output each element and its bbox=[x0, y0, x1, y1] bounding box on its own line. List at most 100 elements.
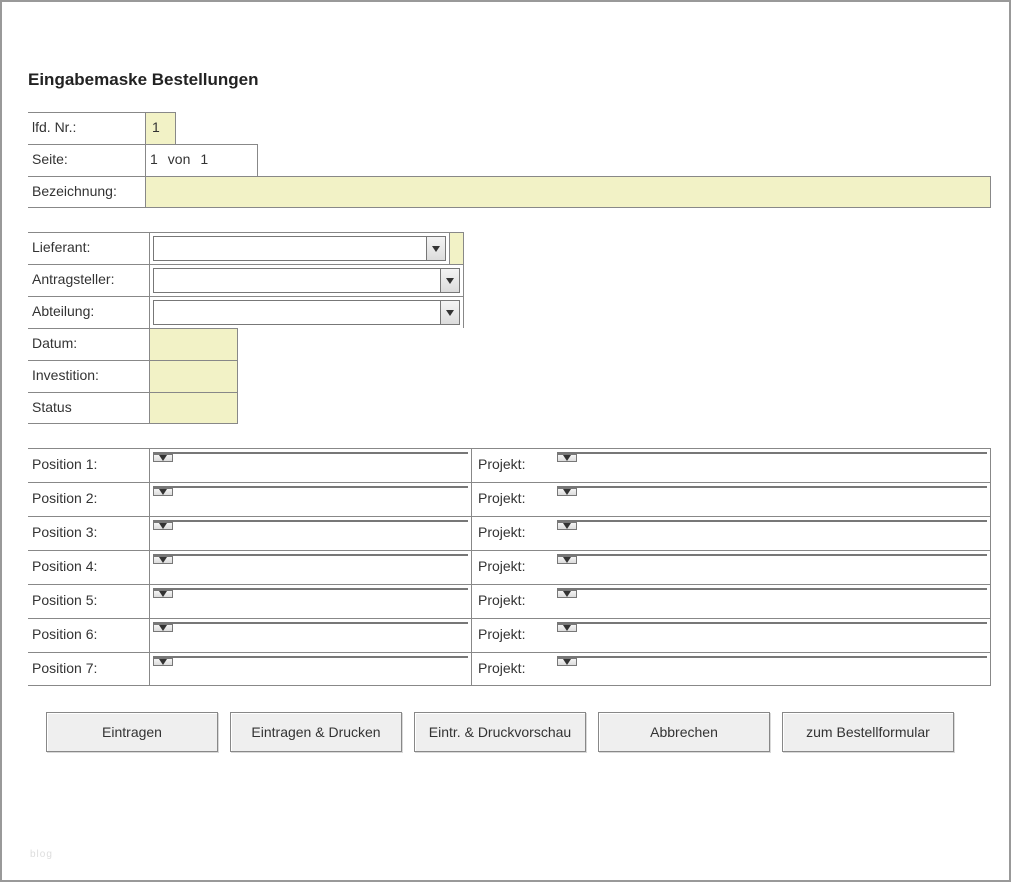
chevron-down-icon[interactable] bbox=[440, 268, 460, 293]
lfd-nr-value[interactable]: 1 bbox=[146, 112, 176, 144]
chevron-down-icon[interactable] bbox=[153, 624, 173, 632]
position-input[interactable] bbox=[153, 588, 468, 590]
eintragen-drucken-button[interactable]: Eintragen & Drucken bbox=[230, 712, 402, 752]
button-bar: Eintragen Eintragen & Drucken Eintr. & D… bbox=[46, 712, 991, 752]
position-row: Position 5: Projekt: bbox=[28, 584, 991, 618]
projekt-label: Projekt: bbox=[472, 550, 554, 584]
status-label: Status bbox=[28, 392, 150, 424]
position-dropdown[interactable] bbox=[150, 652, 472, 686]
position-row: Position 7: Projekt: bbox=[28, 652, 991, 686]
position-row: Position 1: Projekt: bbox=[28, 448, 991, 482]
projekt-label: Projekt: bbox=[472, 584, 554, 618]
lieferant-yellow-strip bbox=[450, 232, 464, 264]
position-input[interactable] bbox=[153, 486, 468, 488]
seite-total: 1 bbox=[200, 151, 208, 176]
chevron-down-icon[interactable] bbox=[557, 488, 577, 496]
position-input[interactable] bbox=[153, 554, 468, 556]
form-title: Eingabemaske Bestellungen bbox=[28, 70, 991, 90]
abteilung-dropdown[interactable] bbox=[150, 296, 464, 328]
order-form-window: Eingabemaske Bestellungen lfd. Nr.: 1 Se… bbox=[0, 0, 1011, 882]
position-input[interactable] bbox=[153, 656, 468, 658]
abbrechen-button[interactable]: Abbrechen bbox=[598, 712, 770, 752]
chevron-down-icon[interactable] bbox=[557, 522, 577, 530]
chevron-down-icon[interactable] bbox=[153, 522, 173, 530]
projekt-input[interactable] bbox=[557, 452, 987, 454]
chevron-down-icon[interactable] bbox=[153, 556, 173, 564]
projekt-label: Projekt: bbox=[472, 652, 554, 686]
position-row: Position 3: Projekt: bbox=[28, 516, 991, 550]
position-dropdown[interactable] bbox=[150, 516, 472, 550]
chevron-down-icon[interactable] bbox=[557, 556, 577, 564]
chevron-down-icon[interactable] bbox=[426, 236, 446, 261]
chevron-down-icon[interactable] bbox=[557, 624, 577, 632]
position-row: Position 2: Projekt: bbox=[28, 482, 991, 516]
projekt-dropdown[interactable] bbox=[554, 482, 991, 516]
lieferant-input[interactable] bbox=[153, 236, 426, 261]
position-label: Position 6: bbox=[28, 618, 150, 652]
projekt-input[interactable] bbox=[557, 622, 987, 624]
projekt-dropdown[interactable] bbox=[554, 618, 991, 652]
zum-bestellformular-button[interactable]: zum Bestellformular bbox=[782, 712, 954, 752]
position-dropdown[interactable] bbox=[150, 482, 472, 516]
projekt-label: Projekt: bbox=[472, 482, 554, 516]
abteilung-label: Abteilung: bbox=[28, 296, 150, 328]
chevron-down-icon[interactable] bbox=[153, 658, 173, 666]
seite-label: Seite: bbox=[28, 144, 146, 176]
chevron-down-icon[interactable] bbox=[557, 658, 577, 666]
seite-value-cell: 1 von 1 bbox=[146, 144, 258, 176]
status-input[interactable] bbox=[150, 392, 238, 424]
position-input[interactable] bbox=[153, 520, 468, 522]
antragsteller-input[interactable] bbox=[153, 268, 440, 293]
projekt-dropdown[interactable] bbox=[554, 516, 991, 550]
bezeichnung-input[interactable] bbox=[146, 176, 991, 208]
chevron-down-icon[interactable] bbox=[440, 300, 460, 325]
position-label: Position 5: bbox=[28, 584, 150, 618]
projekt-dropdown[interactable] bbox=[554, 584, 991, 618]
chevron-down-icon[interactable] bbox=[153, 454, 173, 462]
datum-label: Datum: bbox=[28, 328, 150, 360]
position-label: Position 7: bbox=[28, 652, 150, 686]
position-label: Position 1: bbox=[28, 448, 150, 482]
projekt-dropdown[interactable] bbox=[554, 550, 991, 584]
position-input[interactable] bbox=[153, 622, 468, 624]
meta-block: Lieferant: Antragsteller: Abteilung: bbox=[28, 232, 991, 424]
seite-von: von bbox=[168, 151, 191, 176]
projekt-label: Projekt: bbox=[472, 618, 554, 652]
bezeichnung-label: Bezeichnung: bbox=[28, 176, 146, 208]
chevron-down-icon[interactable] bbox=[557, 454, 577, 462]
chevron-down-icon[interactable] bbox=[153, 488, 173, 496]
lieferant-dropdown[interactable] bbox=[150, 232, 450, 264]
position-dropdown[interactable] bbox=[150, 550, 472, 584]
projekt-label: Projekt: bbox=[472, 448, 554, 482]
projekt-input[interactable] bbox=[557, 486, 987, 488]
investition-input[interactable] bbox=[150, 360, 238, 392]
watermark: blog bbox=[30, 849, 53, 860]
position-dropdown[interactable] bbox=[150, 618, 472, 652]
position-row: Position 4: Projekt: bbox=[28, 550, 991, 584]
projekt-input[interactable] bbox=[557, 656, 987, 658]
antragsteller-label: Antragsteller: bbox=[28, 264, 150, 296]
eintr-druckvorschau-button[interactable]: Eintr. & Druckvorschau bbox=[414, 712, 586, 752]
projekt-dropdown[interactable] bbox=[554, 448, 991, 482]
projekt-dropdown[interactable] bbox=[554, 652, 991, 686]
antragsteller-dropdown[interactable] bbox=[150, 264, 464, 296]
position-label: Position 3: bbox=[28, 516, 150, 550]
chevron-down-icon[interactable] bbox=[153, 590, 173, 598]
projekt-label: Projekt: bbox=[472, 516, 554, 550]
position-input[interactable] bbox=[153, 452, 468, 454]
header-block: lfd. Nr.: 1 Seite: 1 von 1 Bezeichnung: bbox=[28, 112, 991, 208]
eintragen-button[interactable]: Eintragen bbox=[46, 712, 218, 752]
position-row: Position 6: Projekt: bbox=[28, 618, 991, 652]
position-dropdown[interactable] bbox=[150, 584, 472, 618]
lfd-nr-label: lfd. Nr.: bbox=[28, 112, 146, 144]
position-dropdown[interactable] bbox=[150, 448, 472, 482]
position-label: Position 4: bbox=[28, 550, 150, 584]
abteilung-input[interactable] bbox=[153, 300, 440, 325]
projekt-input[interactable] bbox=[557, 554, 987, 556]
chevron-down-icon[interactable] bbox=[557, 590, 577, 598]
position-label: Position 2: bbox=[28, 482, 150, 516]
projekt-input[interactable] bbox=[557, 520, 987, 522]
investition-label: Investition: bbox=[28, 360, 150, 392]
projekt-input[interactable] bbox=[557, 588, 987, 590]
datum-input[interactable] bbox=[150, 328, 238, 360]
